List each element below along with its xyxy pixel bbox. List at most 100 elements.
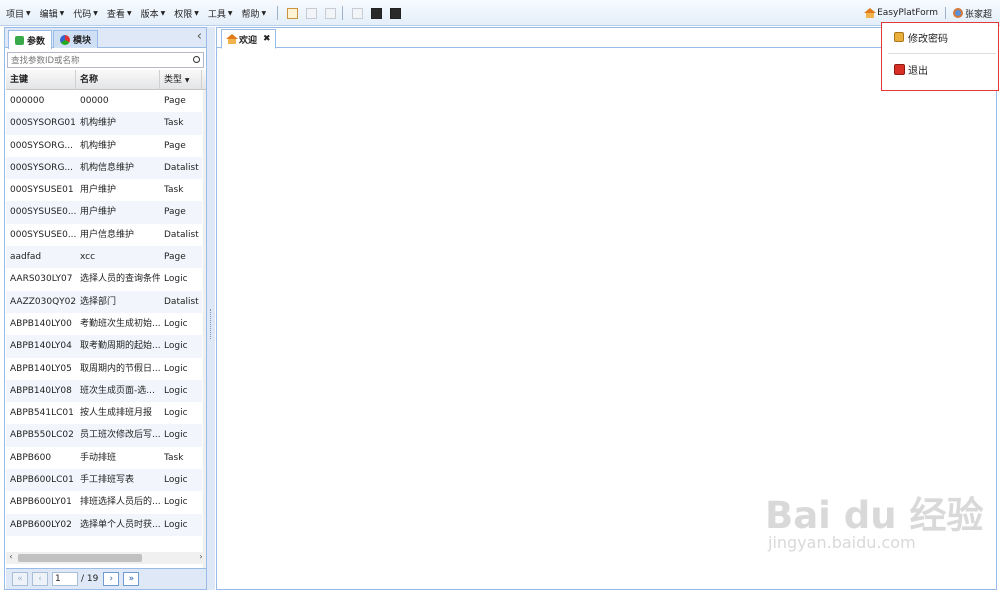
cell-name: 考勤班次生成初始... <box>80 318 160 329</box>
cell-key: 000SYSUSE0... <box>10 207 76 218</box>
cell-name: 机构信息维护 <box>80 162 135 173</box>
grid-header: 主键 名称 类型 ▼ <box>6 70 206 90</box>
cell-name: 00000 <box>80 96 109 106</box>
table-row[interactable]: 000SYSORG... 机构维护 Page <box>6 135 202 157</box>
cell-key: ABPB140LY05 <box>10 363 72 374</box>
cell-type: Logic <box>164 497 188 508</box>
table-row[interactable]: 000SYSORG... 机构信息维护 Datalist <box>6 156 202 180</box>
table-row[interactable]: ABPB541LC01 按人生成排班月报 Logic <box>6 402 202 424</box>
cell-type: Logic <box>164 519 188 530</box>
table-row[interactable]: 000SYSUSE0... 用户维护 Page <box>6 201 202 224</box>
column-header-type[interactable]: 类型 ▼ <box>160 70 202 90</box>
menu-view[interactable]: 查看 ▼ <box>107 7 132 20</box>
user-name-button[interactable]: 张家超 <box>965 7 992 20</box>
copy-icon[interactable] <box>325 7 337 19</box>
menu-help[interactable]: 帮助 ▼ <box>241 7 266 20</box>
tab-label: 欢迎 <box>239 35 258 46</box>
console-icon[interactable] <box>371 7 383 19</box>
table-row[interactable]: ABPB140LY05 取周期内的节假日... Logic <box>6 358 202 380</box>
table-row[interactable]: ABPB140LY04 取考勤周期的起始... Logic <box>6 335 202 358</box>
cell-key: ABPB600LY01 <box>10 497 72 508</box>
table-row[interactable]: 000SYSORG01 机构维护 Task <box>6 112 202 135</box>
tab-label: 模块 <box>73 36 92 46</box>
watermark-brand: Bai du 经验 <box>765 494 984 537</box>
sort-desc-icon: ▼ <box>184 77 190 84</box>
table-row[interactable]: AAZZ030QY02 选择部门 Datalist <box>6 290 202 313</box>
save-icon[interactable] <box>306 7 318 19</box>
exit-icon <box>894 63 905 75</box>
menu-label: 帮助 <box>241 9 260 20</box>
cell-key: ABPB140LY00 <box>10 318 72 329</box>
app-name-link[interactable]: EasyPlatForm <box>877 8 938 18</box>
change-password-item[interactable]: 修改密码 <box>894 29 948 45</box>
search-icon[interactable] <box>193 56 200 63</box>
toolbar-divider <box>342 6 344 20</box>
cell-name: 选择部门 <box>80 296 117 307</box>
cell-name: 选择人员的查询条件 <box>80 274 160 285</box>
left-tab-strip: 参数 模块 ‹ <box>5 28 206 49</box>
table-row[interactable]: ABPB600LY02 选择单个人员时获... Logic <box>6 513 202 536</box>
horizontal-scrollbar[interactable]: ‹ › <box>6 552 206 564</box>
cell-key: ABPB600LC01 <box>10 475 74 486</box>
table-row[interactable]: ABPB600LC01 手工排班写表 Logic <box>6 469 202 492</box>
menu-permission[interactable]: 权限 ▼ <box>174 7 199 20</box>
cell-key: ABPB140LY04 <box>10 341 72 352</box>
home-icon <box>864 8 877 18</box>
tab-modules[interactable]: 模块 <box>53 30 99 48</box>
prev-page-button[interactable]: ‹ <box>32 572 48 586</box>
menu-version[interactable]: 版本 ▼ <box>141 7 166 20</box>
puzzle-icon <box>15 35 24 45</box>
logout-item[interactable]: 退出 <box>894 61 928 77</box>
document-icon[interactable] <box>352 7 364 19</box>
panel-splitter[interactable] <box>207 27 215 590</box>
menu-label: 版本 <box>140 9 159 20</box>
last-page-button[interactable]: » <box>123 572 140 586</box>
chevron-down-icon: ▼ <box>59 9 65 17</box>
first-page-button[interactable]: « <box>12 572 28 586</box>
tab-welcome[interactable]: 欢迎 ✖ <box>221 29 276 49</box>
table-row[interactable]: ABPB140LY08 班次生成页面-选... Logic <box>6 379 202 403</box>
table-row[interactable]: 000SYSUSE0... 用户信息维护 Datalist <box>6 224 202 246</box>
menu-code[interactable]: 代码 ▼ <box>73 7 98 20</box>
cell-name: 员工班次修改后写... <box>80 430 160 441</box>
table-row[interactable]: aadfad xcc Page <box>6 246 202 269</box>
table-row[interactable]: ABPB600LY01 排班选择人员后的... Logic <box>6 491 202 513</box>
table-row[interactable]: 000000 00000 Page <box>6 90 202 112</box>
chevron-down-icon: ▼ <box>93 9 98 17</box>
cell-name: 用户信息维护 <box>80 229 135 240</box>
menu-tools[interactable]: 工具 ▼ <box>208 7 233 20</box>
column-header-name[interactable]: 名称 <box>76 70 160 90</box>
menu-edit[interactable]: 编辑 ▼ <box>40 7 65 20</box>
splitter-grip[interactable] <box>210 309 212 339</box>
cell-name: 机构维护 <box>80 140 117 151</box>
scroll-thumb[interactable] <box>18 554 142 562</box>
table-row[interactable]: ABPB140LY00 考勤班次生成初始... Logic <box>6 313 202 335</box>
chevron-down-icon: ▼ <box>26 9 31 17</box>
menu-project[interactable]: 项目 ▼ <box>6 7 31 20</box>
column-header-key[interactable]: 主键 <box>6 70 76 90</box>
terminal-icon[interactable] <box>390 7 402 19</box>
collapse-left-icon[interactable]: ‹ <box>197 29 202 44</box>
menu-label: 项目 <box>6 9 25 20</box>
cell-name: 取考勤周期的起始... <box>80 341 160 352</box>
new-file-icon[interactable] <box>287 7 299 19</box>
cell-name: 手工排班写表 <box>80 475 135 486</box>
search-input[interactable]: 查找参数ID或名称 <box>7 52 204 68</box>
tab-params[interactable]: 参数 <box>8 30 53 49</box>
table-row[interactable]: ABPB600 手动排班 Task <box>6 447 202 469</box>
cell-name: 取周期内的节假日... <box>80 363 160 374</box>
toolbar-divider <box>277 6 279 20</box>
cell-key: 000SYSORG... <box>10 162 73 173</box>
next-page-button[interactable]: › <box>103 572 120 586</box>
table-row[interactable]: 000SYSUSE01 用户维护 Task <box>6 179 202 201</box>
cell-key: ABPB140LY08 <box>10 385 72 396</box>
page-number-input[interactable]: 1 <box>52 572 78 586</box>
table-row[interactable]: AARS030LY07 选择人员的查询条件 Logic <box>6 268 202 290</box>
scroll-right-icon[interactable]: › <box>196 552 206 564</box>
table-row[interactable]: ABPB550LC02 员工班次修改后写... Logic <box>6 424 202 447</box>
scroll-left-icon[interactable]: ‹ <box>6 552 16 564</box>
cell-key: AAZZ030QY02 <box>10 296 76 307</box>
vertical-scrollbar[interactable] <box>203 90 206 575</box>
cell-name: 用户维护 <box>80 185 117 196</box>
close-icon[interactable]: ✖ <box>263 34 271 44</box>
